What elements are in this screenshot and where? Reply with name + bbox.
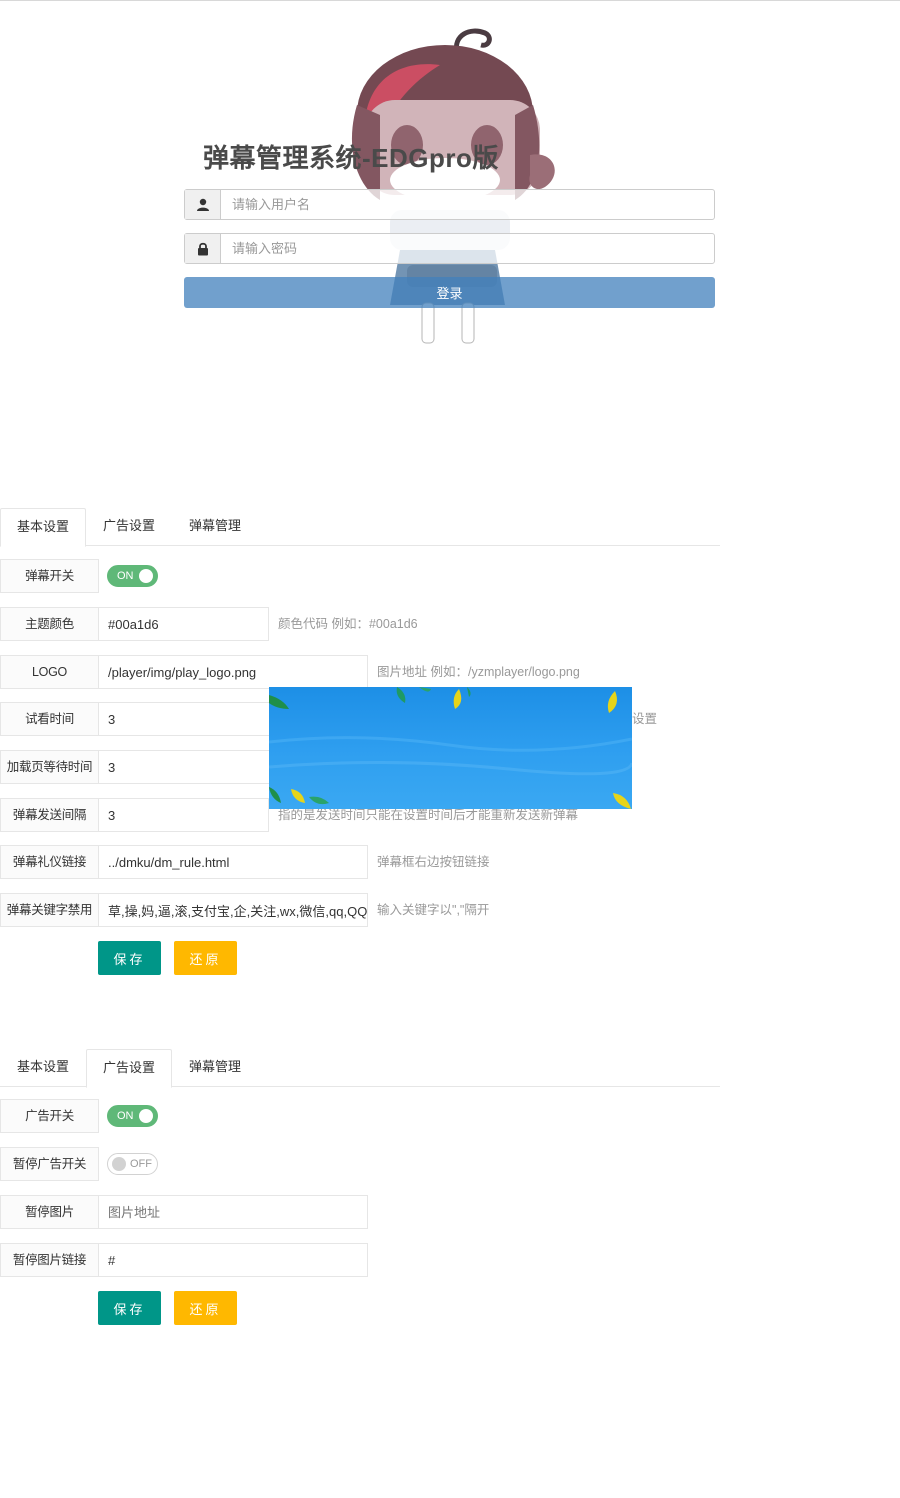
toggle-knob xyxy=(139,1109,153,1123)
toggle-state-text: OFF xyxy=(130,1158,152,1170)
send-interval-input[interactable] xyxy=(98,798,269,832)
theme-color-input[interactable] xyxy=(98,607,269,641)
user-icon xyxy=(185,190,221,219)
reset-button[interactable]: 还原 xyxy=(174,1291,237,1325)
keyword-block-hint: 输入关键字以","隔开 xyxy=(377,903,490,917)
logo-input[interactable] xyxy=(98,655,368,689)
pause-image-input[interactable] xyxy=(98,1195,368,1229)
toggle-knob xyxy=(112,1157,126,1171)
row-label: 暂停广告开关 xyxy=(0,1147,99,1181)
tab-basic-settings[interactable]: 基本设置 xyxy=(0,1049,86,1087)
row-label: 暂停图片 xyxy=(0,1195,99,1229)
reset-button[interactable]: 还原 xyxy=(174,941,237,975)
tab-ad-settings[interactable]: 广告设置 xyxy=(86,1049,172,1088)
password-field xyxy=(184,233,715,264)
danmaku-toggle[interactable]: ON xyxy=(107,565,158,587)
login-title: 弹幕管理系统-EDGpro版 xyxy=(203,143,499,173)
tab-bar: 基本设置 广告设置 弹幕管理 xyxy=(0,508,720,547)
row-label: 暂停图片链接 xyxy=(0,1243,99,1277)
theme-color-hint: 颜色代码 例如：#00a1d6 xyxy=(278,617,418,631)
password-input[interactable] xyxy=(221,234,714,263)
row-label: 加载页等待时间 xyxy=(0,750,99,784)
tab-danmaku-manage[interactable]: 弹幕管理 xyxy=(172,1049,258,1087)
tab-bar: 基本设置 广告设置 弹幕管理 xyxy=(0,1049,720,1088)
row-label: 试看时间 xyxy=(0,702,99,736)
pause-image-link-input[interactable] xyxy=(98,1243,368,1277)
row-label: 广告开关 xyxy=(0,1099,99,1133)
save-button[interactable]: 保存 xyxy=(98,941,161,975)
etiquette-link-hint: 弹幕框右边按钮链接 xyxy=(377,855,490,869)
toggle-state-text: ON xyxy=(117,570,134,582)
keyword-block-input[interactable] xyxy=(98,893,368,927)
pause-ad-toggle[interactable]: OFF xyxy=(107,1153,158,1175)
trial-time-hint: 设置 xyxy=(632,712,658,726)
username-field xyxy=(184,189,715,220)
row-label: 弹幕礼仪链接 xyxy=(0,845,99,879)
row-label: 主题颜色 xyxy=(0,607,99,641)
lock-icon xyxy=(185,234,221,263)
form-actions: 保存 还原 xyxy=(0,1291,300,1325)
ad-banner-image[interactable] xyxy=(269,687,632,809)
form-actions: 保存 还原 xyxy=(0,941,300,975)
tab-danmaku-manage[interactable]: 弹幕管理 xyxy=(172,508,258,546)
login-button[interactable]: 登录 xyxy=(184,277,715,308)
toggle-knob xyxy=(139,569,153,583)
top-divider xyxy=(0,0,900,1)
etiquette-link-input[interactable] xyxy=(98,845,368,879)
ad-toggle[interactable]: ON xyxy=(107,1105,158,1127)
tab-ad-settings[interactable]: 广告设置 xyxy=(86,508,172,546)
tab-basic-settings[interactable]: 基本设置 xyxy=(0,508,86,547)
logo-hint: 图片地址 例如：/yzmplayer/logo.png xyxy=(377,665,580,679)
toggle-state-text: ON xyxy=(117,1110,134,1122)
save-button[interactable]: 保存 xyxy=(98,1291,161,1325)
row-label: LOGO xyxy=(0,655,99,689)
row-label: 弹幕发送间隔 xyxy=(0,798,99,832)
row-label: 弹幕关键字禁用 xyxy=(0,893,99,927)
row-label: 弹幕开关 xyxy=(0,559,99,593)
username-input[interactable] xyxy=(221,190,714,219)
